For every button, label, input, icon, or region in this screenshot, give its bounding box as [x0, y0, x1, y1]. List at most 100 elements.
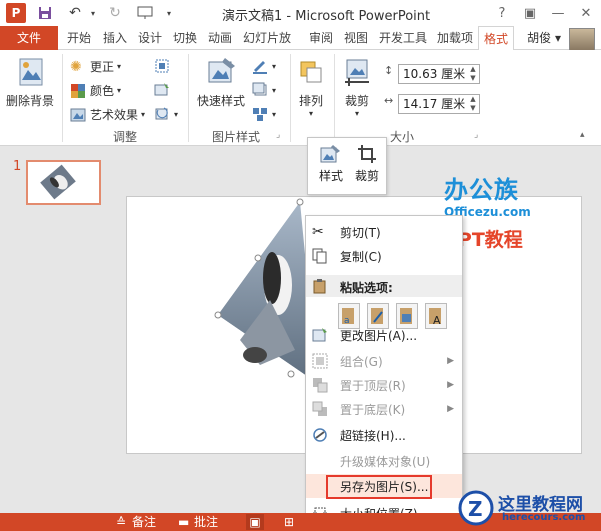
- menu-item-upgrade-media[interactable]: 升级媒体对象(U): [306, 449, 462, 473]
- adjust-group-label: 调整: [112, 130, 137, 144]
- menu-item-send-to-back[interactable]: 置于底层(K) ▶: [306, 397, 462, 421]
- tab-design[interactable]: 设计: [135, 26, 165, 50]
- crop-mini-label: 裁剪: [354, 169, 379, 183]
- picture-border-button[interactable]: ▾: [252, 58, 276, 74]
- group-label: 组合(G): [340, 354, 383, 369]
- redo-icon[interactable]: ↻: [106, 4, 124, 22]
- group-icon: [312, 353, 328, 369]
- arrange-label: 排列: [298, 94, 323, 108]
- width-input[interactable]: 14.17 厘米 ▲ ▼: [398, 94, 480, 114]
- watermark-subtitle: PPT教程: [444, 229, 523, 251]
- tab-slideshow[interactable]: 幻灯片放: [240, 26, 294, 50]
- tab-home[interactable]: 开始: [64, 26, 94, 50]
- height-icon: ↕: [384, 64, 394, 77]
- ribbon: 删除背景 ✺ 更正 ▾ 颜色 ▾ 艺术效果 ▾ ▾ 调整 快速样式 ▾ ▾ ▾ …: [0, 50, 601, 146]
- slide-thumbnails-pane: 1: [0, 147, 120, 513]
- menu-item-copy[interactable]: 复制(C): [306, 244, 462, 268]
- menu-item-change-picture[interactable]: 更改图片(A)...: [306, 323, 462, 347]
- submenu-arrow-icon: ▶: [447, 380, 454, 390]
- color-label: 颜色: [90, 84, 115, 98]
- watermark-bottom-site: herecours.com: [502, 512, 586, 523]
- menu-item-bring-to-front[interactable]: 置于顶层(R) ▶: [306, 373, 462, 397]
- watermark-site: Officezu.com: [444, 205, 531, 219]
- notes-icon[interactable]: ≙: [116, 514, 126, 530]
- undo-icon[interactable]: ↶: [66, 4, 84, 22]
- normal-view-icon[interactable]: ▣: [246, 514, 264, 530]
- notes-button[interactable]: 备注: [132, 514, 156, 530]
- copy-label: 复制(C): [340, 249, 382, 264]
- watermark-title: 办公族: [444, 176, 519, 204]
- ribbon-display-icon[interactable]: ▣: [516, 0, 544, 26]
- slide-sorter-icon[interactable]: ⊞: [284, 514, 294, 530]
- comments-icon[interactable]: ▬: [178, 514, 189, 530]
- tab-file[interactable]: 文件: [0, 26, 58, 50]
- hyperlink-label: 超链接(H)...: [340, 428, 406, 443]
- reset-picture-icon[interactable]: ▾: [154, 106, 178, 122]
- layout-icon: [253, 108, 267, 121]
- menu-item-hyperlink[interactable]: 超链接(H)...: [306, 423, 462, 447]
- size-dialog-launcher-icon[interactable]: ⌟: [474, 130, 478, 140]
- crop-label: 裁剪: [344, 94, 369, 108]
- artistic-effects-button[interactable]: 艺术效果 ▾: [70, 106, 145, 123]
- send-to-back-icon: [312, 401, 327, 416]
- ribbon-tabs: 文件 开始 插入 设计 切换 动画 幻灯片放 审阅 视图 开发工具 加载项 格式…: [0, 26, 601, 56]
- collapse-ribbon-icon[interactable]: ▴: [580, 130, 585, 140]
- remove-background-label: 删除背景: [5, 94, 54, 108]
- height-spinner[interactable]: ▲ ▼: [467, 65, 479, 83]
- arrange-button[interactable]: 排列 ▾: [296, 56, 326, 118]
- tab-developer[interactable]: 开发工具: [376, 26, 430, 50]
- paste-icon: [313, 279, 326, 294]
- width-spinner[interactable]: ▲ ▼: [467, 95, 479, 113]
- color-button[interactable]: 颜色 ▾: [70, 82, 121, 99]
- tab-format[interactable]: 格式: [478, 26, 514, 51]
- user-name[interactable]: 胡俊 ▾: [527, 26, 561, 50]
- arrange-icon: [300, 61, 322, 83]
- tab-review[interactable]: 审阅: [306, 26, 336, 50]
- save-icon[interactable]: [36, 4, 54, 22]
- svg-text:Z: Z: [468, 497, 483, 521]
- picture-styles-group-label: 图片样式: [211, 130, 260, 144]
- close-icon[interactable]: ✕: [572, 0, 600, 26]
- selected-picture[interactable]: [200, 190, 320, 390]
- picture-layout-button[interactable]: ▾: [252, 106, 276, 122]
- customize-toolbar-icon[interactable]: ▾: [160, 4, 178, 22]
- comments-button[interactable]: 批注: [194, 514, 218, 530]
- remove-background-button[interactable]: 删除背景: [4, 56, 56, 109]
- tab-view[interactable]: 视图: [341, 26, 371, 50]
- pencil-icon: [253, 61, 267, 74]
- color-icon: [71, 83, 85, 98]
- slide-thumbnail[interactable]: [26, 160, 101, 205]
- undo-dropdown-icon[interactable]: ▾: [84, 4, 102, 22]
- slideshow-icon[interactable]: [136, 4, 154, 22]
- corrections-label: 更正: [90, 60, 115, 74]
- change-picture-icon[interactable]: [154, 82, 174, 98]
- tab-insert[interactable]: 插入: [100, 26, 130, 50]
- minimize-icon[interactable]: —: [544, 0, 572, 26]
- crop-mini-button[interactable]: 裁剪: [350, 144, 384, 184]
- tab-transitions[interactable]: 切换: [170, 26, 200, 50]
- menu-item-group[interactable]: 组合(G) ▶: [306, 349, 462, 373]
- officezu-watermark: 办公族 Officezu.com PPT教程: [444, 170, 574, 251]
- help-icon[interactable]: ?: [488, 0, 516, 26]
- divider: [334, 54, 335, 142]
- height-input[interactable]: 10.63 厘米 ▲ ▼: [398, 64, 480, 84]
- mini-toolbar: 样式 裁剪: [307, 137, 387, 195]
- picture-effects-button[interactable]: ▾: [252, 82, 276, 98]
- effects-icon: [252, 82, 267, 96]
- width-value: 14.17 厘米: [403, 97, 466, 111]
- submenu-arrow-icon: ▶: [447, 404, 454, 414]
- menu-item-cut[interactable]: ✂ 剪切(T): [306, 220, 462, 244]
- window-title: 演示文稿1 - Microsoft PowerPoint: [222, 9, 431, 24]
- crop-button[interactable]: 裁剪 ▾: [340, 56, 374, 118]
- corrections-button[interactable]: ✺ 更正 ▾: [70, 58, 121, 75]
- bring-to-front-icon: [313, 378, 328, 393]
- style-mini-button[interactable]: 样式: [314, 144, 348, 184]
- quick-styles-button[interactable]: 快速样式: [196, 56, 246, 109]
- dialog-launcher-icon[interactable]: ⌟: [276, 130, 280, 140]
- change-picture-label: 更改图片(A)...: [340, 328, 418, 343]
- style-icon: [320, 145, 340, 163]
- tab-addins[interactable]: 加载项: [434, 26, 476, 50]
- tab-animations[interactable]: 动画: [205, 26, 235, 50]
- powerpoint-window: P ↶ ▾ ↻ ▾ 演示文稿1 - Microsoft PowerPoint ?…: [0, 0, 601, 531]
- compress-pictures-icon[interactable]: [154, 58, 174, 74]
